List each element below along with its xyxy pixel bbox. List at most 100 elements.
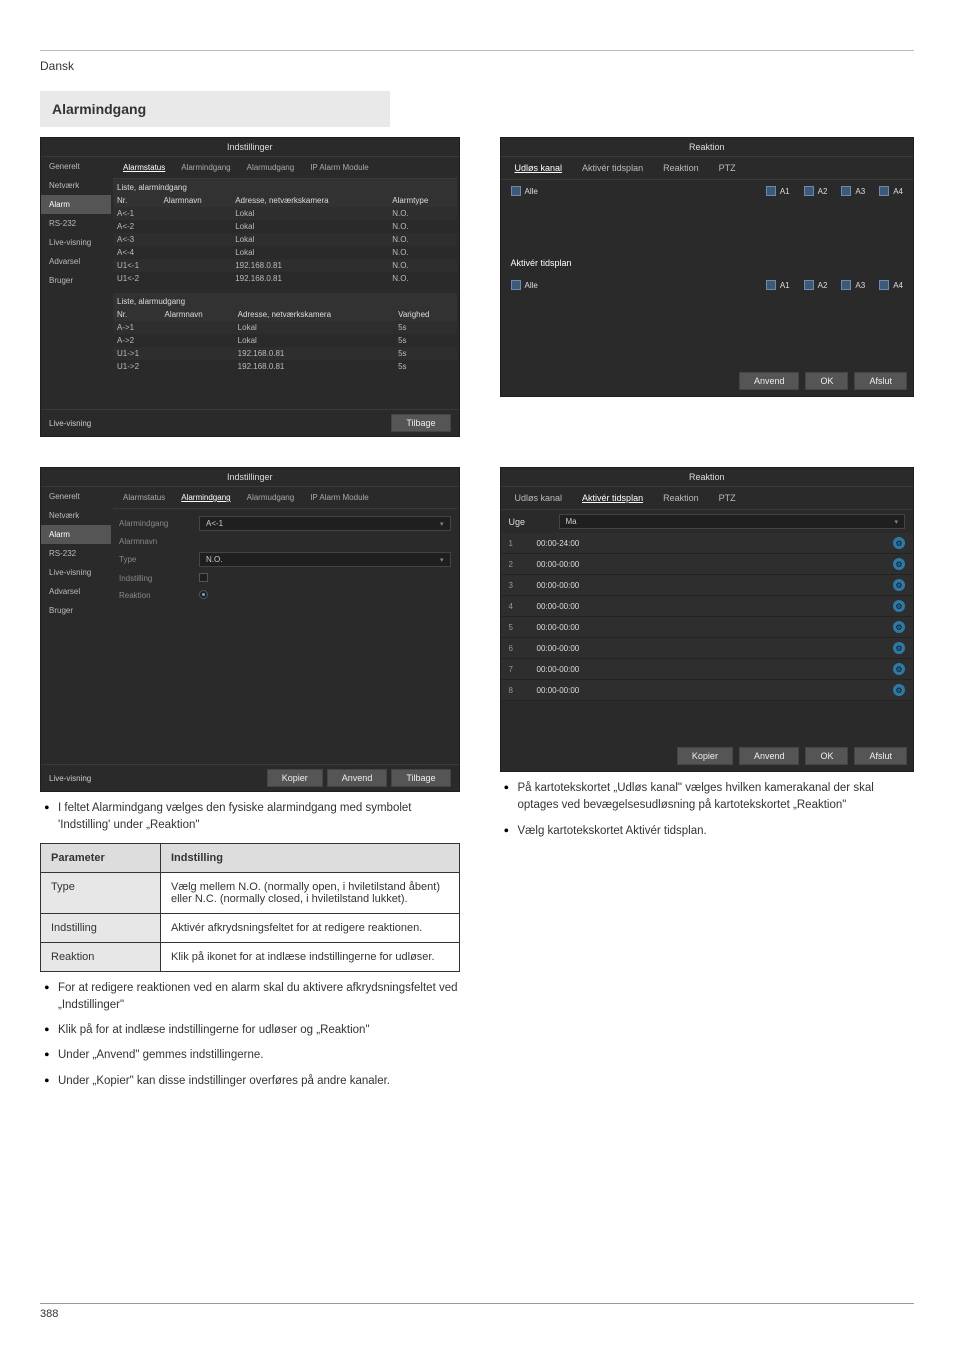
live-view-label[interactable]: Live-visning [49, 419, 91, 428]
subtab[interactable]: Alarmudgang [241, 491, 301, 504]
table-row[interactable]: A<-3LokalN.O. [113, 233, 457, 246]
form-row: AlarmindgangA<-1▾ [113, 513, 457, 534]
apply-button[interactable]: Anvend [739, 372, 800, 390]
channel-checkbox[interactable] [804, 280, 814, 290]
apply-button[interactable]: Anvend [739, 747, 800, 765]
instruction-bullet: I feltet Alarmindgang vælges den fysiske… [40, 800, 460, 835]
subtab[interactable]: Alarmstatus [117, 161, 171, 174]
time-range[interactable]: 00:00-24:00 [537, 539, 893, 548]
sidebar-item[interactable]: Generelt [41, 157, 111, 176]
select-field[interactable]: A<-1▾ [199, 516, 451, 531]
back-button[interactable]: Tilbage [391, 414, 450, 432]
reaction-tab[interactable]: Aktivér tidsplan [576, 491, 649, 505]
day-select[interactable]: Ma ▾ [559, 514, 905, 529]
ok-button[interactable]: OK [805, 747, 848, 765]
reaction-gear-icon[interactable] [199, 590, 208, 599]
reaction-tab[interactable]: Udløs kanal [509, 161, 569, 175]
reaction-tab[interactable]: PTZ [713, 161, 742, 175]
sidebar-item[interactable]: Alarm [41, 195, 111, 214]
sidebar-item[interactable]: RS-232 [41, 214, 111, 233]
time-range[interactable]: 00:00-00:00 [537, 644, 893, 653]
exit-button[interactable]: Afslut [854, 747, 907, 765]
settings-checkbox[interactable] [199, 573, 208, 582]
select-field[interactable]: N.O.▾ [199, 552, 451, 567]
sidebar-item[interactable]: Live-visning [41, 233, 111, 252]
time-range[interactable]: 00:00-00:00 [537, 560, 893, 569]
edit-icon[interactable]: ⚙ [893, 684, 905, 696]
sidebar-item[interactable]: Netværk [41, 176, 111, 195]
exit-button[interactable]: Afslut [854, 372, 907, 390]
table-row[interactable]: U1<-1192.168.0.81N.O. [113, 259, 457, 272]
table-row[interactable]: A<-1LokalN.O. [113, 207, 457, 220]
subtab[interactable]: IP Alarm Module [304, 161, 375, 174]
table-row[interactable]: U1->1192.168.0.815s [113, 347, 457, 360]
sidebar-item[interactable]: Live-visning [41, 563, 111, 582]
form-label: Alarmnavn [119, 537, 199, 546]
table-row[interactable]: A->2Lokal5s [113, 334, 457, 347]
channel-checkbox[interactable] [879, 280, 889, 290]
back-button[interactable]: Tilbage [391, 769, 450, 787]
panel-title: Reaktion [501, 138, 913, 157]
table-row[interactable]: U1->2192.168.0.815s [113, 360, 457, 373]
time-range[interactable]: 00:00-00:00 [537, 623, 893, 632]
reaction-tab[interactable]: Reaktion [657, 491, 705, 505]
subtab[interactable]: Alarmindgang [175, 161, 236, 174]
table-row[interactable]: A<-2LokalN.O. [113, 220, 457, 233]
channel-checkbox[interactable] [879, 186, 889, 196]
panel-title: Indstillinger [41, 138, 459, 157]
copy-button[interactable]: Kopier [677, 747, 733, 765]
channel-checkbox[interactable] [766, 280, 776, 290]
check-all[interactable] [511, 186, 521, 196]
schedule-row: 400:00-00:00⚙ [501, 596, 913, 617]
header-left: Dansk [40, 59, 914, 73]
table-row[interactable]: A->1Lokal5s [113, 321, 457, 334]
settings-panel-input: Indstillinger GenereltNetværkAlarmRS-232… [40, 467, 460, 792]
instruction-bullet: Under „Kopier" kan disse indstillinger o… [40, 1073, 460, 1090]
channel-checkbox[interactable] [766, 186, 776, 196]
channel-checkbox[interactable] [804, 186, 814, 196]
copy-button[interactable]: Kopier [267, 769, 323, 787]
reaction-panel-schedule: Reaktion Udløs kanalAktivér tidsplanReak… [500, 467, 914, 772]
table-row[interactable]: U1<-2192.168.0.81N.O. [113, 272, 457, 285]
subtab[interactable]: Alarmudgang [241, 161, 301, 174]
table-row[interactable]: A<-4LokalN.O. [113, 246, 457, 259]
reaction-tab[interactable]: Reaktion [657, 161, 705, 175]
table-row: ReaktionKlik på ikonet for at indlæse in… [41, 942, 460, 971]
check-all-2[interactable] [511, 280, 521, 290]
sidebar-item[interactable]: Advarsel [41, 582, 111, 601]
reaction-tab[interactable]: Aktivér tidsplan [576, 161, 649, 175]
reaction-tab[interactable]: Udløs kanal [509, 491, 569, 505]
sidebar-item[interactable]: RS-232 [41, 544, 111, 563]
edit-icon[interactable]: ⚙ [893, 579, 905, 591]
edit-icon[interactable]: ⚙ [893, 600, 905, 612]
sidebar-item[interactable]: Alarm [41, 525, 111, 544]
subtab[interactable]: Alarmstatus [117, 491, 171, 504]
live-view-label[interactable]: Live-visning [49, 774, 91, 783]
subtab[interactable]: IP Alarm Module [304, 491, 375, 504]
channel-checkbox[interactable] [841, 280, 851, 290]
time-range[interactable]: 00:00-00:00 [537, 665, 893, 674]
ok-button[interactable]: OK [805, 372, 848, 390]
sidebar-item[interactable]: Advarsel [41, 252, 111, 271]
chevron-down-icon: ▾ [440, 520, 444, 528]
edit-icon[interactable]: ⚙ [893, 558, 905, 570]
edit-icon[interactable]: ⚙ [893, 537, 905, 549]
instruction-bullet: Under „Anvend" gemmes indstillingerne. [40, 1047, 460, 1064]
apply-button[interactable]: Anvend [327, 769, 388, 787]
edit-icon[interactable]: ⚙ [893, 621, 905, 633]
time-range[interactable]: 00:00-00:00 [537, 602, 893, 611]
sidebar-item[interactable]: Bruger [41, 271, 111, 290]
instruction-bullet: For at redigere reaktionen ved en alarm … [40, 980, 460, 1015]
col-header: Alarmtype [388, 194, 456, 207]
edit-icon[interactable]: ⚙ [893, 642, 905, 654]
subtab[interactable]: Alarmindgang [175, 491, 236, 504]
channel-checkbox[interactable] [841, 186, 851, 196]
time-range[interactable]: 00:00-00:00 [537, 686, 893, 695]
edit-icon[interactable]: ⚙ [893, 663, 905, 675]
sidebar-item[interactable]: Bruger [41, 601, 111, 620]
sidebar-item[interactable]: Generelt [41, 487, 111, 506]
reaction-tab[interactable]: PTZ [713, 491, 742, 505]
time-range[interactable]: 00:00-00:00 [537, 581, 893, 590]
sidebar-item[interactable]: Netværk [41, 506, 111, 525]
form-row: Alarmnavn [113, 534, 457, 549]
